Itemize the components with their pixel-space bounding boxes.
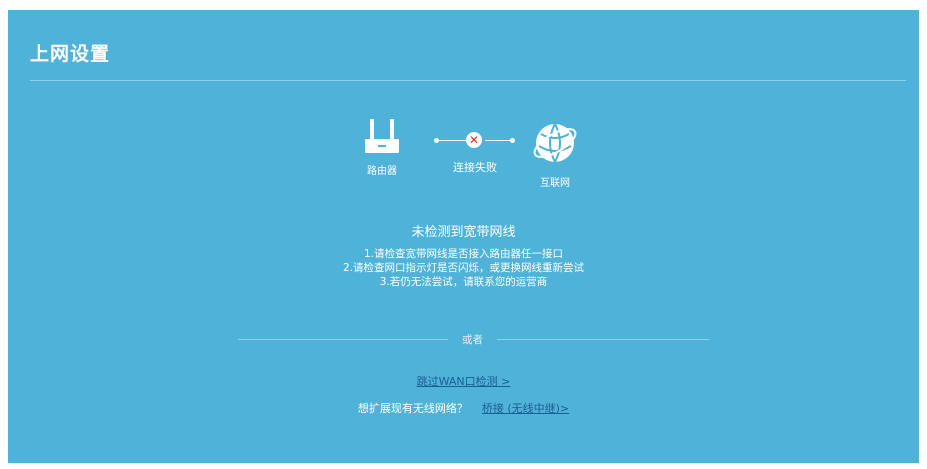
or-divider-left	[238, 339, 448, 340]
bridge-row: 想扩展现有无线网络？ 桥接 (无线中继)>	[0, 400, 927, 416]
or-label: 或者	[462, 334, 483, 346]
connection-line-left	[437, 140, 469, 141]
tip-item: 1.请检查宽带网线是否接入路由器任一接口	[363, 248, 564, 260]
bridge-prompt: 想扩展现有无线网络？	[357, 402, 468, 415]
tip-item: 2.请检查网口指示灯是否闪烁，或更换网线重新尝试	[342, 262, 585, 274]
skip-wan-row: 跳过WAN口检测 >	[0, 373, 927, 389]
router-label: 路由器	[367, 166, 397, 177]
connection-dot-right	[510, 138, 515, 143]
bridge-mode-link[interactable]: 桥接 (无线中继)>	[482, 402, 569, 415]
internet-label: 互联网	[540, 178, 570, 189]
page-title: 上网设置	[30, 43, 111, 65]
title-divider	[30, 80, 906, 81]
skip-wan-detection-link[interactable]: 跳过WAN口检测 >	[417, 375, 511, 388]
or-divider-right	[497, 339, 709, 340]
connection-line-right	[485, 140, 513, 141]
connection-status-label: 连接失败	[453, 161, 497, 174]
router-icon	[365, 119, 399, 153]
status-heading: 未检测到宽带网线	[411, 225, 516, 240]
fail-x-icon: ✕	[466, 132, 482, 148]
globe-icon	[533, 123, 577, 163]
tip-item: 3.若仍无法尝试，请联系您的运营商	[379, 276, 548, 288]
troubleshooting-tips: 1.请检查宽带网线是否接入路由器任一接口 2.请检查网口指示灯是否闪烁，或更换网…	[0, 247, 927, 289]
